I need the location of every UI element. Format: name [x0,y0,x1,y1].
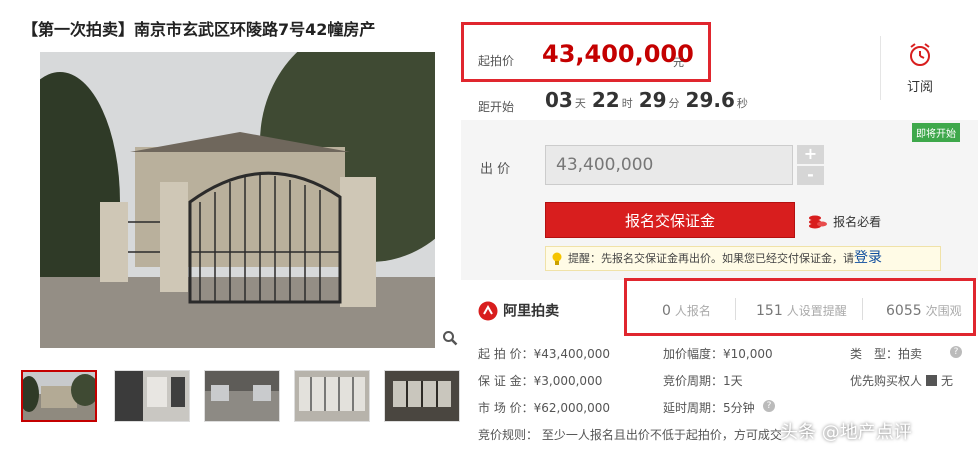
subscribe-button[interactable]: 订阅 [890,42,950,95]
countdown-seconds: 29.6 [685,88,735,112]
thumbnail-4[interactable] [294,370,370,422]
info-icon[interactable] [926,375,938,386]
thumbnail-5[interactable] [384,370,460,422]
property-main-photo[interactable] [40,52,435,348]
register-deposit-button[interactable]: 报名交保证金 [545,202,795,238]
bid-label: 出 价 [480,162,511,177]
stat-reminders: 151 人设置提醒 [756,303,847,319]
countdown-days-unit: 天 [574,97,586,110]
countdown-label: 距开始 [478,100,515,114]
bid-increase-button[interactable]: + [797,145,824,164]
stat-registered: 0 人报名 [662,303,711,319]
detail-type: 类 型：拍卖 [850,347,923,361]
countdown-hours: 22 [591,88,620,112]
detail-start-price: 起 拍 价：¥43,400,000 [478,347,610,361]
detail-extension: 延时周期：5分钟 [663,401,755,415]
detail-market-price: 市 场 价：¥62,000,000 [478,401,610,415]
stat-divider [862,298,863,320]
notice-text: 提醒：先报名交保证金再出价。如果您已经交付保证金，请 [568,252,854,265]
must-read-label: 报名必看 [833,215,882,229]
start-price-value: 43,400,000 [542,40,694,68]
detail-increment: 加价幅度：¥10,000 [663,347,773,361]
coins-icon [809,215,827,228]
watermark: 头条 @地产点评 [780,422,912,443]
bid-decrease-button[interactable]: - [797,166,824,185]
status-badge: 即将开始 [912,123,960,142]
subscribe-label: 订阅 [906,80,933,95]
countdown-seconds-unit: 秒 [736,97,748,110]
brand: 阿里拍卖 [478,300,559,321]
countdown-minutes-unit: 分 [668,97,680,110]
detail-rules: 竞价规则： 至少一人报名且出价不低于起拍价，方可成交 [478,428,782,442]
stat-divider [735,298,736,320]
start-price-label: 起拍价 [478,54,515,68]
page-title: 【第一次拍卖】南京市玄武区环陵路7号42幢房产 [22,20,376,39]
zoom-icon[interactable] [442,330,458,346]
countdown-minutes: 29 [638,88,667,112]
countdown-days: 03 [545,88,573,112]
bid-input[interactable]: 43,400,000 [545,145,793,185]
detail-priority: 优先购买权人无 [850,374,954,388]
alarm-clock-icon [910,43,930,66]
brand-name: 阿里拍卖 [503,303,560,320]
thumbnail-2[interactable] [114,370,190,422]
thumbnail-1[interactable] [21,370,97,422]
help-icon[interactable]: ? [763,400,775,412]
divider [880,36,881,100]
help-icon[interactable]: ? [950,346,962,358]
stat-views: 6055 次围观 [886,303,962,319]
ali-auction-logo-icon [478,301,498,320]
lightbulb-icon [552,252,562,265]
must-read-link[interactable]: 报名必看 [808,211,881,230]
countdown: 03 天 22 时 29 分 29.6 秒 [545,88,754,112]
countdown-hours-unit: 时 [621,97,633,110]
deposit-notice: 提醒：先报名交保证金再出价。如果您已经交付保证金，请登录 [545,246,941,271]
detail-bid-cycle: 竞价周期：1天 [663,374,743,388]
detail-deposit: 保 证 金：¥3,000,000 [478,374,603,388]
thumbnail-3[interactable] [204,370,280,422]
start-price-unit: 元 [673,56,684,69]
login-link[interactable]: 登录 [854,250,882,266]
